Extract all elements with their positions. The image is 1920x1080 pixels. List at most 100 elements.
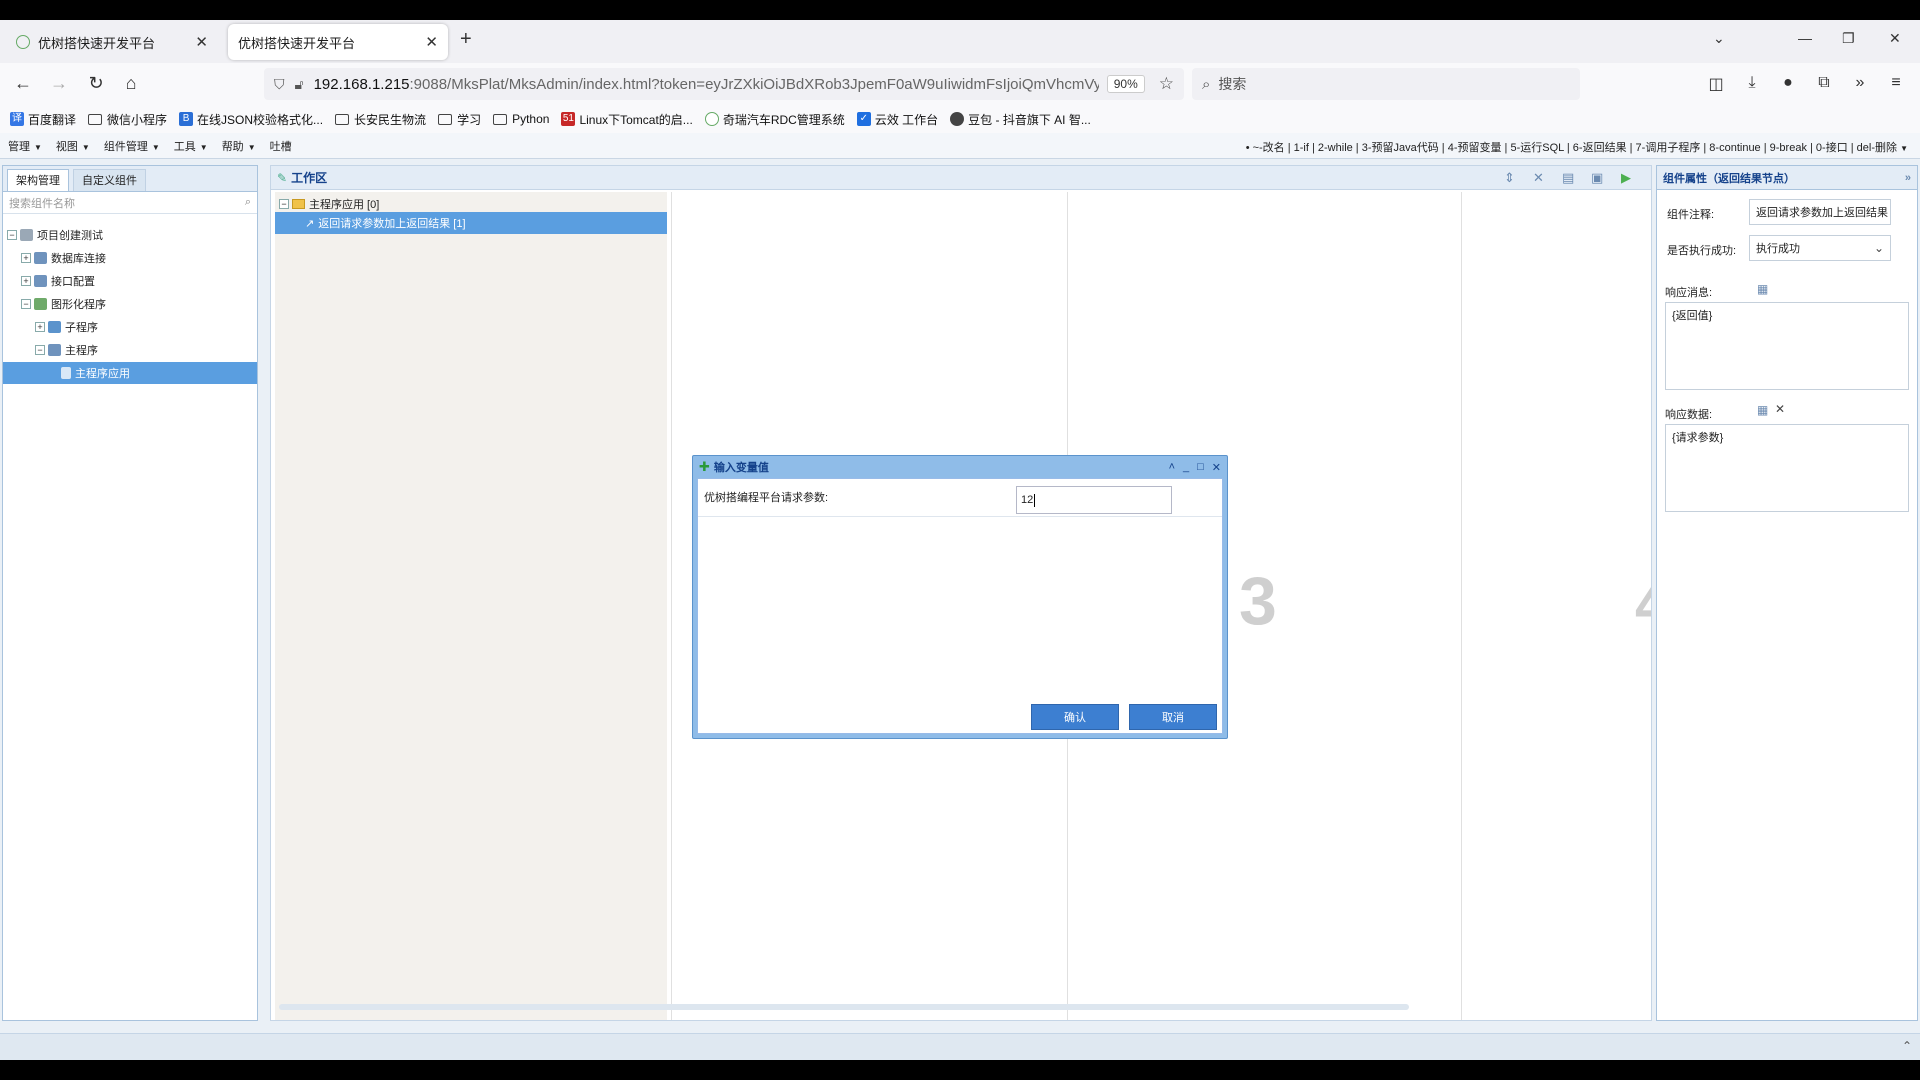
message-value: {返回值} bbox=[1672, 310, 1713, 322]
project-icon bbox=[20, 229, 33, 241]
expand-up-icon[interactable]: ⌃ bbox=[1902, 1039, 1912, 1053]
search-box[interactable]: ⌕ 搜索 bbox=[1192, 68, 1580, 100]
comment-input[interactable]: 返回请求参数加上返回结果 bbox=[1749, 199, 1891, 225]
expand-icon[interactable]: + bbox=[21, 253, 31, 263]
menu-label: 组件管理 bbox=[103, 140, 148, 153]
menu-view[interactable]: 视图 ▼ bbox=[56, 138, 90, 154]
bookmark-item[interactable]: 学习 bbox=[438, 111, 481, 128]
menu-tools[interactable]: 工具 ▼ bbox=[174, 138, 208, 154]
tree-node-main-app[interactable]: 主程序应用 bbox=[3, 362, 257, 384]
tree-node-subprogram[interactable]: + 子程序 bbox=[35, 316, 98, 338]
account-icon[interactable]: ● bbox=[1778, 74, 1798, 92]
bookmark-item[interactable]: 长安民生物流 bbox=[335, 111, 426, 128]
horizontal-scrollbar[interactable] bbox=[279, 1004, 1409, 1010]
zoom-level-badge[interactable]: 90% bbox=[1106, 75, 1145, 93]
bookmark-item[interactable]: 译百度翻译 bbox=[10, 111, 76, 128]
shortcut-hints[interactable]: • ~-改名 | 1-if | 2-while | 3-预留Java代码 | 4… bbox=[1246, 139, 1908, 155]
app-menu-icon[interactable]: ≡ bbox=[1886, 74, 1906, 92]
bookmark-item[interactable]: B 在线JSON校验格式化... bbox=[179, 111, 323, 128]
reload-icon[interactable]: ↻ bbox=[85, 73, 107, 94]
tree-label: 主程序应用 bbox=[75, 368, 130, 380]
minimize-icon[interactable]: _ bbox=[1183, 461, 1189, 474]
restore-icon[interactable]: ❐ bbox=[1842, 30, 1855, 47]
notes-icon[interactable]: ▤ bbox=[1562, 170, 1574, 186]
workspace-header: ✎ 工作区 bbox=[271, 166, 1651, 190]
tree-node-interface[interactable]: + 接口配置 bbox=[21, 270, 95, 292]
menu-help[interactable]: 帮助 ▼ bbox=[222, 138, 256, 154]
collapse-icon[interactable]: − bbox=[21, 299, 31, 309]
param-input[interactable]: 12 bbox=[1016, 486, 1172, 514]
bookmark-item[interactable]: 豆包 - 抖音旗下 AI 智... bbox=[950, 111, 1091, 128]
flow-root-node[interactable]: − 主程序应用 [0] bbox=[279, 196, 379, 212]
close-icon[interactable]: ✕ bbox=[1212, 461, 1221, 474]
insecure-lock-icon[interactable]: 🔓︎ bbox=[295, 76, 304, 93]
browser-tab-active[interactable]: 优树搭快速开发平台 ✕ bbox=[228, 24, 448, 60]
menu-label: 视图 bbox=[55, 140, 78, 153]
folder-icon bbox=[438, 113, 453, 125]
tab-architecture[interactable]: 架构管理 bbox=[7, 169, 69, 191]
url-text[interactable]: 192.168.1.215:9088/MksPlat/MksAdmin/inde… bbox=[314, 76, 1099, 93]
confirm-button[interactable]: 确认 bbox=[1031, 704, 1119, 730]
success-select[interactable]: 执行成功 ⌄ bbox=[1749, 235, 1891, 261]
back-icon[interactable]: ← bbox=[12, 73, 34, 94]
expand-all-icon[interactable]: ⇕ bbox=[1504, 170, 1515, 186]
cancel-button[interactable]: 取消 bbox=[1129, 704, 1217, 730]
collapse-icon[interactable]: − bbox=[7, 230, 17, 240]
expand-icon[interactable]: + bbox=[35, 322, 45, 332]
menu-feedback[interactable]: 吐槽 bbox=[270, 138, 292, 154]
component-search-input[interactable]: 搜索组件名称 ⌕ bbox=[3, 192, 257, 214]
maximize-icon[interactable]: □ bbox=[1197, 461, 1204, 474]
search-icon[interactable]: ⌕ bbox=[245, 196, 251, 209]
address-bar[interactable]: ⛉ 🔓︎ 192.168.1.215:9088/MksPlat/MksAdmin… bbox=[264, 68, 1184, 100]
bookmark-item[interactable]: ✓ 云效 工作台 bbox=[856, 111, 938, 128]
menu-manage[interactable]: 管理 ▼ bbox=[8, 138, 42, 154]
bookmark-star-icon[interactable]: ☆ bbox=[1159, 74, 1174, 94]
workspace-title: 工作区 bbox=[291, 171, 328, 185]
collapse-all-icon[interactable]: ✕ bbox=[1533, 170, 1544, 186]
collapse-icon[interactable]: − bbox=[279, 199, 289, 209]
success-label: 是否执行成功: bbox=[1667, 245, 1737, 257]
download-icon[interactable]: ⤓ bbox=[1742, 74, 1762, 92]
pocket-icon[interactable]: ◫ bbox=[1706, 74, 1726, 94]
close-window-icon[interactable]: ✕ bbox=[1889, 30, 1901, 47]
folder-icon bbox=[493, 113, 508, 125]
flow-return-node[interactable]: ↗ 返回请求参数加上返回结果 [1] bbox=[275, 212, 667, 234]
overflow-icon[interactable]: » bbox=[1850, 74, 1870, 92]
tab-custom-components[interactable]: 自定义组件 bbox=[73, 169, 146, 191]
collapse-panel-icon[interactable]: » bbox=[1905, 172, 1911, 184]
bookmark-item[interactable]: 奇瑞汽车RDC管理系统 bbox=[704, 111, 845, 128]
save-icon[interactable]: ▣ bbox=[1591, 170, 1603, 186]
table-icon[interactable]: ▦ bbox=[1757, 403, 1768, 417]
tree-node-project[interactable]: − 项目创建测试 bbox=[7, 224, 103, 246]
shield-icon[interactable]: ⛉ bbox=[274, 76, 285, 93]
column-number-watermark: 3 bbox=[1239, 563, 1277, 639]
message-textarea[interactable]: {返回值} bbox=[1665, 302, 1909, 390]
database-icon bbox=[34, 252, 47, 264]
home-icon[interactable]: ⌂ bbox=[120, 73, 142, 94]
forward-icon[interactable]: → bbox=[48, 73, 70, 94]
site-favicon-icon bbox=[16, 35, 30, 49]
data-textarea[interactable]: {请求参数} bbox=[1665, 424, 1909, 512]
bookmark-item[interactable]: 51 Linux下Tomcat的启... bbox=[561, 111, 693, 128]
minimize-icon[interactable]: — bbox=[1798, 30, 1812, 46]
expand-icon[interactable]: + bbox=[21, 276, 31, 286]
tree-node-graphic-program[interactable]: − 图形化程序 bbox=[21, 293, 106, 315]
close-tab-icon[interactable]: ✕ bbox=[425, 33, 438, 51]
tree-node-main-program[interactable]: − 主程序 bbox=[35, 339, 98, 361]
close-tab-icon[interactable]: ✕ bbox=[195, 33, 208, 51]
clear-icon[interactable]: ✕ bbox=[1775, 402, 1785, 416]
collapse-icon[interactable]: ˄ bbox=[1169, 461, 1175, 474]
extensions-icon[interactable]: ⧉ bbox=[1814, 74, 1834, 92]
tab-list-chevron-icon[interactable]: ⌄ bbox=[1713, 30, 1725, 47]
new-tab-button[interactable]: + bbox=[460, 28, 472, 51]
tree-node-database[interactable]: + 数据库连接 bbox=[21, 247, 106, 269]
input-variable-dialog: ✚ 输入变量值 ˄ _ □ ✕ 优树搭编程平台请求参数: 12 确认 取消 bbox=[692, 455, 1228, 739]
menu-component[interactable]: 组件管理 ▼ bbox=[104, 138, 160, 154]
run-icon[interactable]: ▶ bbox=[1621, 170, 1631, 186]
property-panel-header: 组件属性（返回结果节点） » bbox=[1657, 166, 1917, 190]
bookmark-item[interactable]: Python bbox=[493, 112, 549, 126]
collapse-icon[interactable]: − bbox=[35, 345, 45, 355]
browser-tab[interactable]: 优树搭快速开发平台 ✕ bbox=[6, 24, 218, 60]
table-icon[interactable]: ▦ bbox=[1757, 282, 1768, 296]
bookmark-item[interactable]: 微信小程序 bbox=[88, 111, 167, 128]
